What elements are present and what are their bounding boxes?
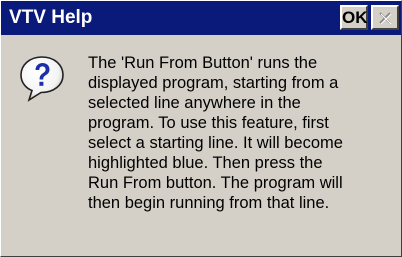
message-line: select a starting line. It will become: [88, 134, 343, 152]
close-button[interactable]: [371, 5, 399, 30]
message-line: selected line anywhere in the: [88, 94, 301, 112]
message-line: then begin running from that line.: [88, 194, 330, 212]
message-line: The 'Run From Button' runs the: [88, 54, 318, 72]
message-line: program. To use this feature, first: [88, 114, 329, 132]
message-line: displayed program, starting from a: [88, 74, 339, 92]
ok-button[interactable]: OK: [340, 5, 368, 30]
message-line: highlighted blue. Then press the: [88, 154, 323, 172]
help-dialog: VTV Help OK The 'Run From Button' runs t…: [0, 0, 402, 257]
message-line: Run From button. The program will: [88, 174, 343, 192]
question-mark-speech-bubble-icon: [20, 56, 64, 102]
dialog-title: VTV Help: [9, 7, 93, 28]
close-icon: [379, 12, 392, 25]
title-bar: VTV Help OK: [1, 1, 401, 35]
help-message: The 'Run From Button' runs the displayed…: [88, 53, 393, 213]
